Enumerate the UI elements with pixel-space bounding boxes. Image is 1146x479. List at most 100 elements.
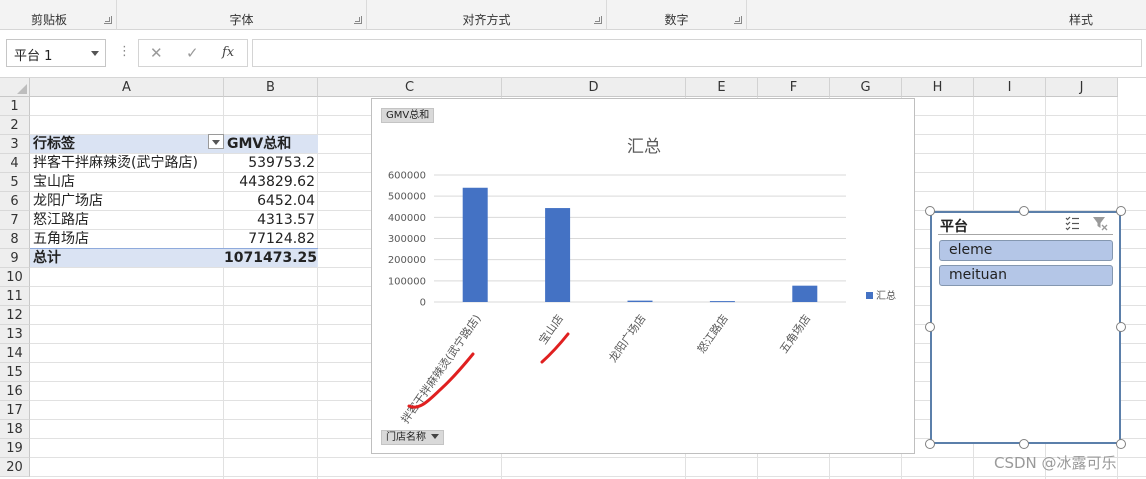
pivot-row-value[interactable]: 77124.82 [224, 230, 318, 248]
resize-handle[interactable] [925, 439, 935, 449]
dialog-launcher-icon[interactable] [594, 16, 602, 24]
gridline [30, 457, 1146, 458]
pivot-value-header[interactable]: GMV总和 [224, 135, 318, 153]
resize-handle[interactable] [1019, 206, 1029, 216]
chart-bar [545, 208, 571, 302]
resize-handle[interactable] [1116, 322, 1126, 332]
row-header-15[interactable]: 15 [0, 363, 30, 382]
ribbon-group-clipboard: 剪贴板 [0, 0, 117, 30]
column-header-i[interactable]: I [974, 78, 1046, 97]
multi-select-icon[interactable] [1064, 215, 1080, 231]
row-header-12[interactable]: 12 [0, 306, 30, 325]
row-header-9[interactable]: 9 [0, 249, 30, 268]
resize-handle[interactable] [925, 206, 935, 216]
ribbon-group-label: 剪贴板 [30, 13, 67, 27]
pivot-chart[interactable]: 汇总 0 100000 200000 300000 400000 500000 600000 拌… [371, 98, 915, 454]
legend-swatch [866, 292, 873, 299]
y-tick-label: 0 [420, 298, 426, 309]
chevron-down-icon[interactable] [91, 51, 99, 56]
row-header-10[interactable]: 10 [0, 268, 30, 287]
formula-bar: 平台 1 ⋮ ✕ ✓ fx [0, 30, 1146, 78]
row-header-5[interactable]: 5 [0, 173, 30, 192]
row-header-17[interactable]: 17 [0, 401, 30, 420]
pivot-row-label[interactable]: 五角场店 [30, 230, 224, 248]
cancel-icon[interactable]: ✕ [150, 44, 163, 62]
clear-filter-icon[interactable] [1092, 215, 1108, 231]
value-field-label: GMV总和 [386, 110, 430, 121]
filter-dropdown-icon[interactable] [208, 134, 224, 149]
dialog-launcher-icon[interactable] [354, 16, 362, 24]
resize-handle[interactable] [1116, 439, 1126, 449]
dialog-launcher-icon[interactable] [734, 16, 742, 24]
slicer-divider [938, 234, 1113, 235]
ribbon-group-number: 数字 [607, 0, 747, 30]
row-header-16[interactable]: 16 [0, 382, 30, 401]
row-header-3[interactable]: 3 [0, 135, 30, 154]
pivot-total-border [30, 248, 318, 249]
slicer-platform[interactable]: 平台 eleme meituan [930, 211, 1121, 444]
insert-function-icon[interactable]: fx [222, 45, 234, 60]
chart-bar [792, 285, 818, 302]
column-header-e[interactable]: E [686, 78, 758, 97]
column-header-c[interactable]: C [318, 78, 502, 97]
chart-title: 汇总 [627, 137, 661, 157]
pivot-total-value[interactable]: 1071473.25 [224, 249, 318, 267]
row-header-2[interactable]: 2 [0, 116, 30, 135]
slicer-item-label: meituan [949, 267, 1007, 283]
x-tick-label: 五角场店 [777, 312, 814, 356]
pivot-row-value[interactable]: 4313.57 [224, 211, 318, 229]
enter-icon[interactable]: ✓ [186, 44, 199, 62]
pivot-row-label[interactable]: 怒江路店 [30, 211, 224, 229]
more-options-icon[interactable]: ⋮ [118, 44, 131, 59]
pivot-row-label[interactable]: 龙阳广场店 [30, 192, 224, 210]
value-field-button[interactable]: GMV总和 [381, 108, 435, 123]
row-header-1[interactable]: 1 [0, 97, 30, 116]
name-box[interactable]: 平台 1 [6, 39, 106, 67]
row-header-8[interactable]: 8 [0, 230, 30, 249]
pivot-row-label-header[interactable]: 行标签 [30, 135, 224, 153]
chevron-down-icon [431, 434, 439, 439]
pivot-row-label[interactable]: 宝山店 [30, 173, 224, 191]
row-header-4[interactable]: 4 [0, 154, 30, 173]
column-header-f[interactable]: F [758, 78, 830, 97]
ribbon: 剪贴板 字体 对齐方式 数字 样式 [0, 0, 1146, 30]
slicer-item-meituan[interactable]: meituan [939, 265, 1113, 286]
x-tick-label: 拌客干拌麻辣烫(武宁路店) [398, 312, 484, 426]
slicer-item-label: eleme [949, 242, 993, 258]
column-header-d[interactable]: D [502, 78, 686, 97]
column-header-a[interactable]: A [30, 78, 224, 97]
pivot-row-value[interactable]: 443829.62 [224, 173, 318, 191]
resize-handle[interactable] [925, 322, 935, 332]
column-header-h[interactable]: H [902, 78, 974, 97]
watermark: CSDN @冰露可乐 [994, 454, 1117, 472]
y-tick-label: 500000 [388, 192, 426, 203]
column-header-g[interactable]: G [830, 78, 902, 97]
resize-handle[interactable] [1019, 439, 1029, 449]
y-tick-label: 400000 [388, 213, 426, 224]
ribbon-group-label: 数字 [664, 13, 689, 27]
slicer-item-eleme[interactable]: eleme [939, 240, 1113, 261]
resize-handle[interactable] [1116, 206, 1126, 216]
row-header-14[interactable]: 14 [0, 344, 30, 363]
row-header-19[interactable]: 19 [0, 439, 30, 458]
row-header-11[interactable]: 11 [0, 287, 30, 306]
pivot-total-label[interactable]: 总计 [30, 249, 224, 267]
pivot-row-label[interactable]: 拌客干拌麻辣烫(武宁路店) [30, 154, 224, 172]
ribbon-group-font: 字体 [117, 0, 367, 30]
dialog-launcher-icon[interactable] [104, 16, 112, 24]
row-header-7[interactable]: 7 [0, 211, 30, 230]
chart-bar [627, 300, 653, 302]
row-header-13[interactable]: 13 [0, 325, 30, 344]
row-header-20[interactable]: 20 [0, 458, 30, 477]
pivot-row-value[interactable]: 6452.04 [224, 192, 318, 210]
row-header-18[interactable]: 18 [0, 420, 30, 439]
column-header-b[interactable]: B [224, 78, 318, 97]
y-tick-label: 600000 [388, 171, 426, 182]
row-header-6[interactable]: 6 [0, 192, 30, 211]
formula-input[interactable] [252, 39, 1142, 67]
x-tick-label: 怒江路店 [694, 312, 731, 356]
column-header-j[interactable]: J [1046, 78, 1118, 97]
axis-field-button[interactable]: 门店名称 [381, 430, 444, 445]
select-all-button[interactable] [0, 78, 30, 97]
pivot-row-value[interactable]: 539753.2 [224, 154, 318, 172]
